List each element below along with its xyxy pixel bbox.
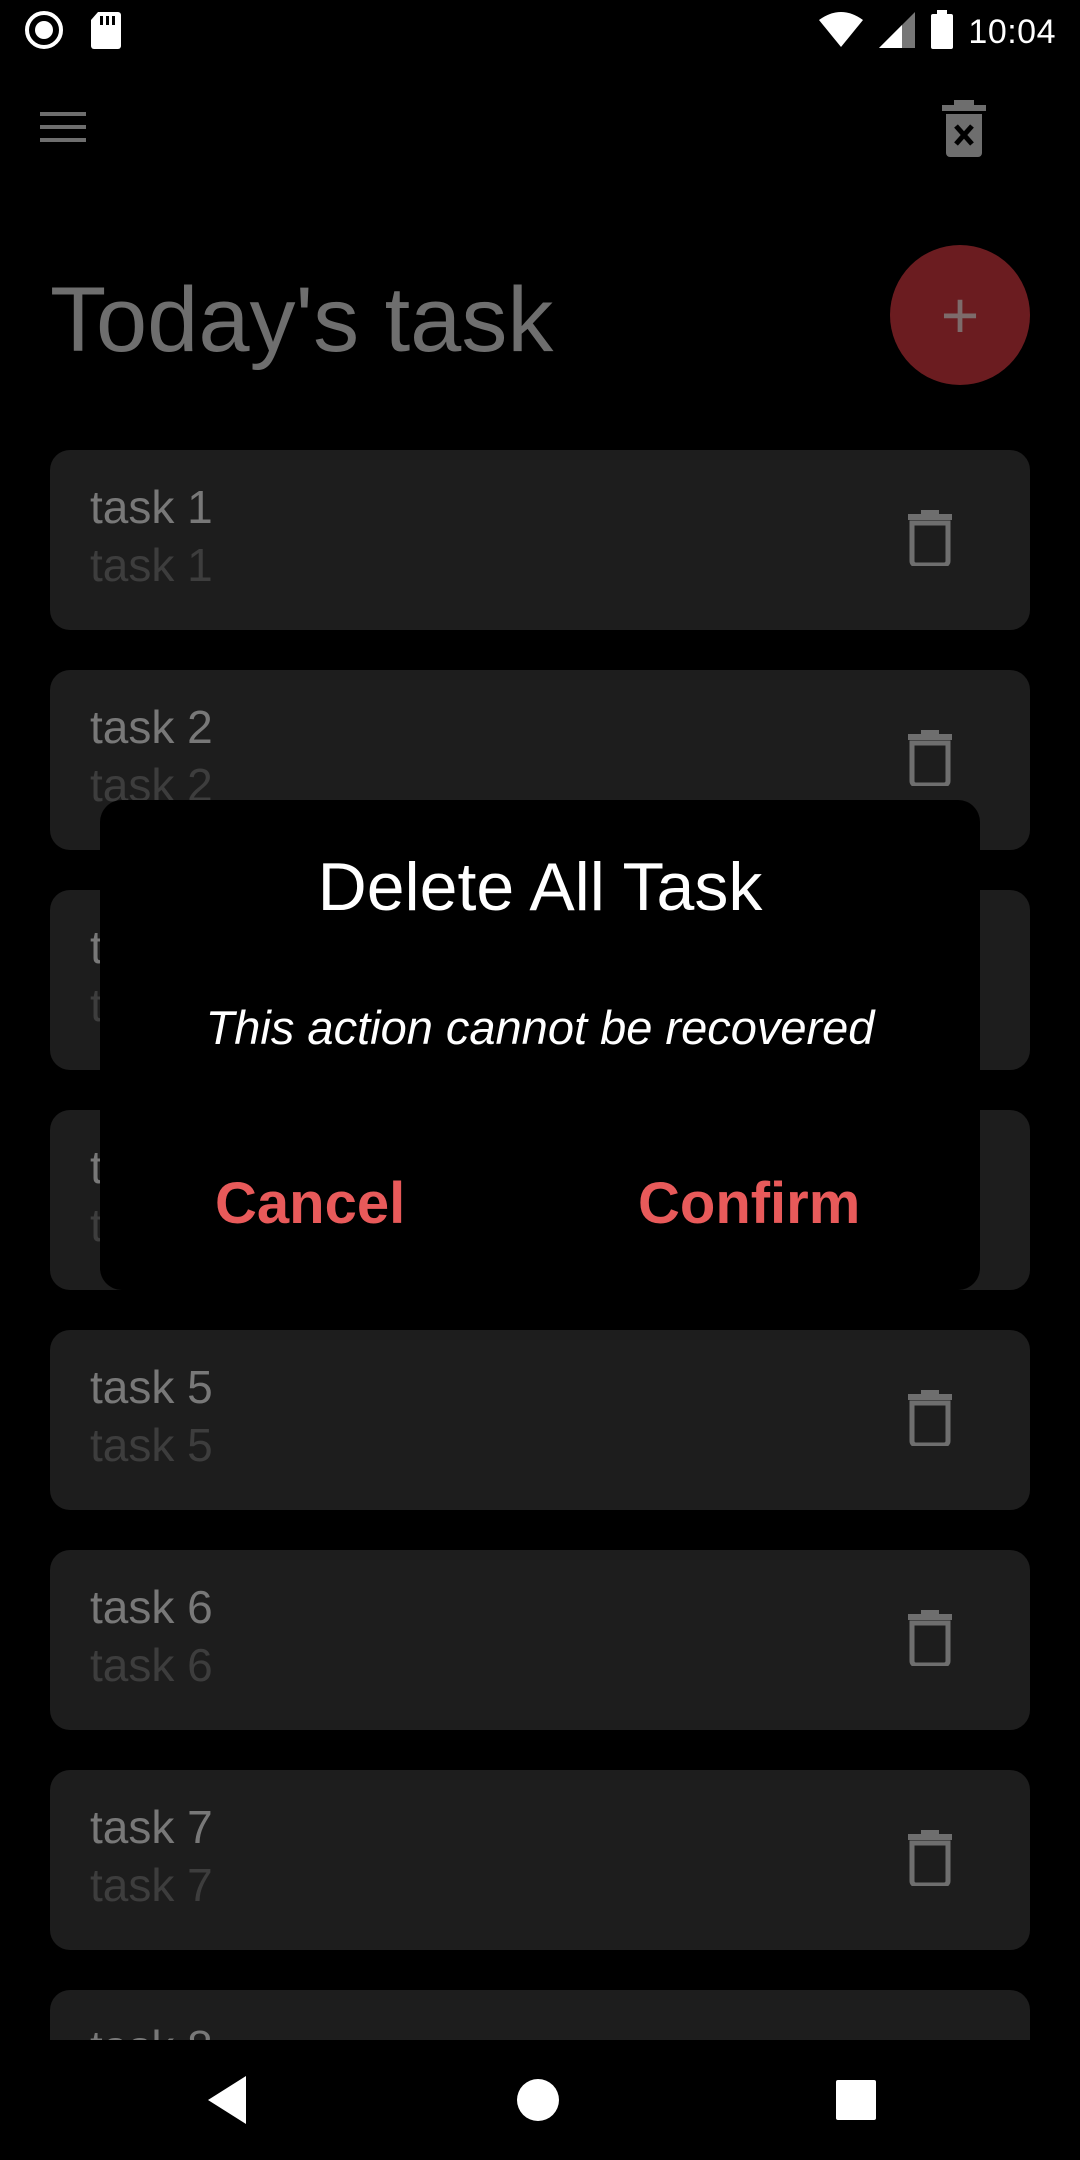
dialog-message: This action cannot be recovered: [205, 1001, 875, 1054]
task-title: task 6: [90, 1581, 213, 1633]
task-subtitle: task 6: [90, 1639, 213, 1691]
task-delete-button[interactable]: [908, 1830, 958, 1890]
task-delete-button[interactable]: [908, 730, 958, 790]
system-nav-bar: [0, 2040, 1080, 2160]
trash-icon: [908, 730, 952, 788]
task-delete-button[interactable]: [908, 1390, 958, 1450]
task-subtitle: task 7: [90, 1859, 213, 1911]
task-subtitle: task 1: [90, 539, 213, 591]
trash-icon: [908, 1830, 952, 1888]
home-icon[interactable]: [508, 2070, 568, 2130]
battery-icon: [930, 9, 954, 55]
task-title: task 2: [90, 701, 213, 753]
sd-card-icon: [90, 10, 122, 55]
trash-icon: [908, 1390, 952, 1448]
task-card[interactable]: task 1 task 1: [50, 450, 1030, 630]
task-subtitle: task 5: [90, 1419, 213, 1471]
status-bar: 10:04: [0, 0, 1080, 64]
task-delete-button[interactable]: [908, 1610, 958, 1670]
recents-icon[interactable]: [826, 2070, 886, 2130]
task-card[interactable]: task 7 task 7: [50, 1770, 1030, 1950]
task-card[interactable]: task 8: [50, 1990, 1030, 2040]
task-title: task 1: [90, 481, 213, 533]
trash-icon: [908, 510, 952, 568]
cancel-button[interactable]: Cancel: [215, 1170, 405, 1237]
task-title: task 7: [90, 1801, 213, 1853]
confirm-button[interactable]: Confirm: [638, 1170, 860, 1237]
trash-icon: [908, 1610, 952, 1668]
delete-all-dialog: Delete All Task This action cannot be re…: [100, 800, 980, 1290]
record-icon: [24, 10, 64, 55]
task-title: task 5: [90, 1361, 213, 1413]
task-card[interactable]: task 6 task 6: [50, 1550, 1030, 1730]
wifi-icon: [818, 11, 864, 53]
task-title: task 8: [90, 2020, 213, 2040]
task-card[interactable]: task 5 task 5: [50, 1330, 1030, 1510]
task-delete-button[interactable]: [908, 510, 958, 570]
status-time: 10:04: [968, 12, 1056, 51]
back-icon[interactable]: [200, 2070, 260, 2130]
dialog-title: Delete All Task: [317, 849, 763, 925]
signal-icon: [878, 11, 916, 54]
